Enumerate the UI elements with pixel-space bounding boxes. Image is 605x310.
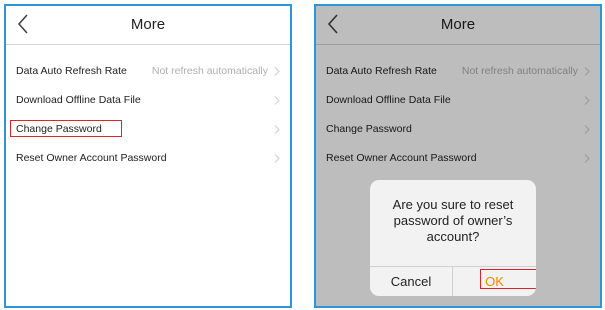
settings-item-value: Not refresh automatically — [151, 65, 268, 77]
ok-button[interactable]: OK — [453, 267, 536, 296]
settings-item-change-password[interactable]: Change Password — [6, 115, 290, 144]
settings-item-label: Reset Owner Account Password — [16, 152, 167, 164]
page-title: More — [130, 16, 166, 33]
settings-item-label: Download Offline Data File — [16, 94, 141, 106]
phone-screen-more: More Data Auto Refresh Rate Not refresh … — [4, 4, 292, 308]
chevron-right-icon — [274, 125, 280, 134]
settings-list: Data Auto Refresh Rate Not refresh autom… — [6, 57, 290, 173]
phone-screen-more-dialog: More Data Auto Refresh Rate Not refresh … — [314, 4, 602, 308]
dialog-actions: Cancel OK — [370, 266, 536, 296]
chevron-right-icon — [274, 96, 280, 105]
chevron-right-icon — [274, 154, 280, 163]
nav-bar: More — [6, 6, 290, 45]
back-arrow-icon[interactable] — [14, 10, 34, 38]
settings-item-download-offline-data-file[interactable]: Download Offline Data File — [6, 86, 290, 115]
chevron-right-icon — [274, 67, 280, 76]
settings-item-label: Data Auto Refresh Rate — [16, 65, 127, 77]
settings-item-reset-owner-account-password[interactable]: Reset Owner Account Password — [6, 144, 290, 173]
cancel-button[interactable]: Cancel — [370, 267, 453, 296]
settings-item-label: Change Password — [16, 123, 102, 135]
dialog-message: Are you sure to reset password of owner’… — [392, 197, 514, 244]
confirm-dialog: Are you sure to reset password of owner’… — [370, 180, 536, 296]
settings-item-data-auto-refresh-rate[interactable]: Data Auto Refresh Rate Not refresh autom… — [6, 57, 290, 86]
